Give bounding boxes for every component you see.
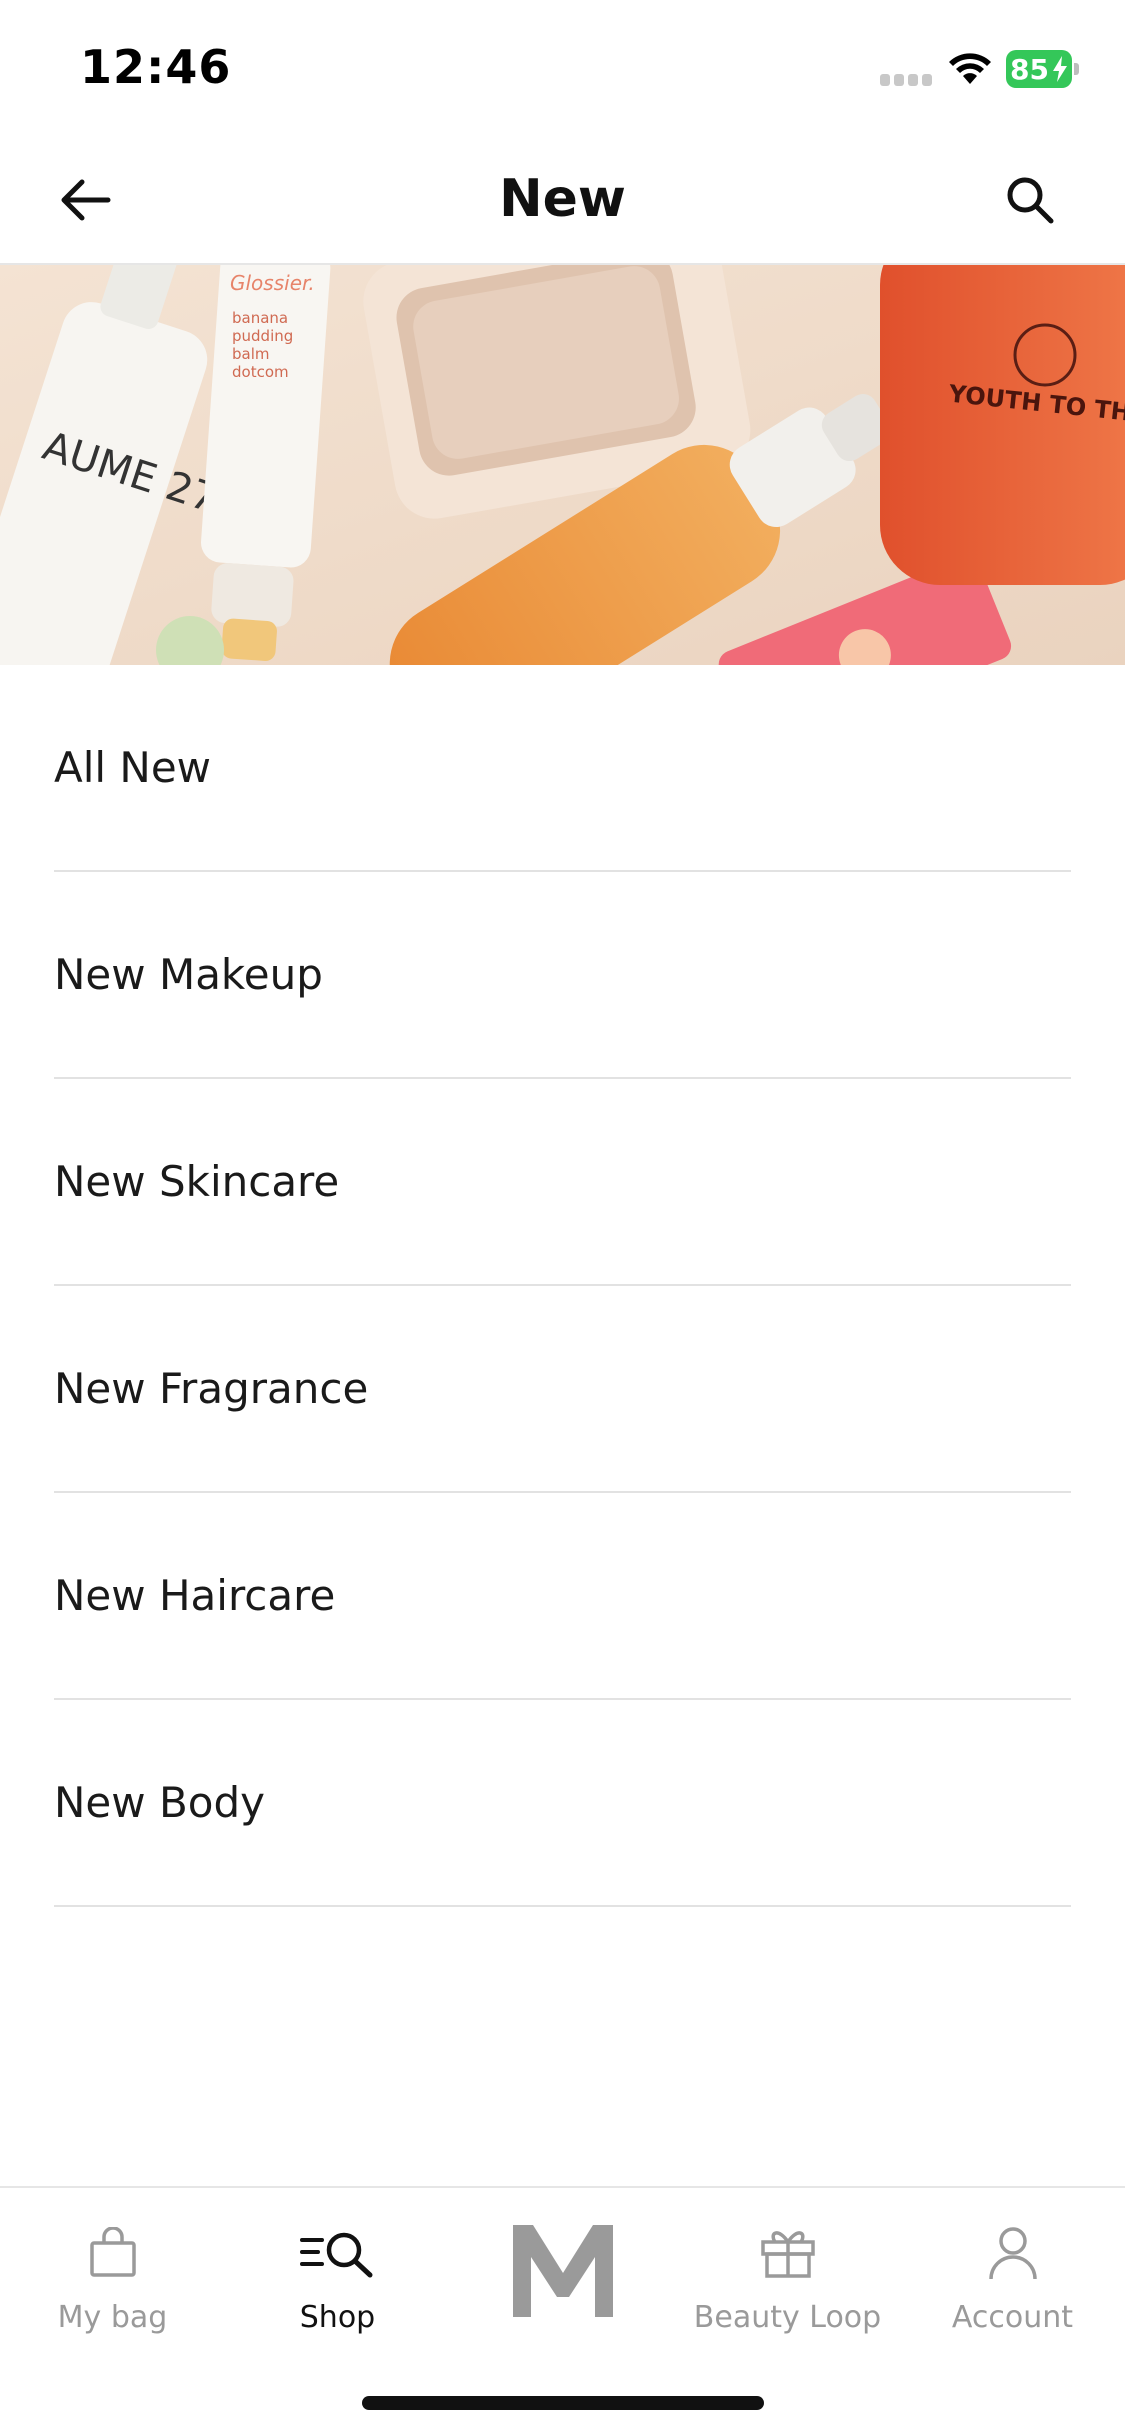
back-button[interactable] (50, 170, 120, 230)
status-bar: 12:46 85 (0, 0, 1125, 135)
category-label: New Skincare (54, 1157, 340, 1206)
search-button[interactable] (995, 170, 1065, 230)
category-item-all-new[interactable]: All New (54, 665, 1071, 872)
cellular-signal-icon (880, 74, 932, 86)
wifi-icon (946, 50, 994, 86)
charging-bolt-icon (1053, 56, 1067, 82)
tab-my-bag[interactable]: My bag (0, 2218, 225, 2358)
screen: 12:46 85 New AUME 27 Glossier. banana pu… (0, 0, 1125, 2436)
category-label: New Haircare (54, 1571, 336, 1620)
battery-level: 85 (1010, 53, 1049, 86)
hero-glossier-line-4: dotcom (232, 363, 289, 381)
category-item-new-fragrance[interactable]: New Fragrance (54, 1286, 1071, 1493)
tab-shop[interactable]: Shop (225, 2218, 450, 2358)
header: New (0, 135, 1125, 265)
shop-search-icon (225, 2218, 450, 2288)
hero-glossier-line-3: balm (232, 345, 270, 363)
category-item-new-skincare[interactable]: New Skincare (54, 1079, 1071, 1286)
hero-glossier-line-2: pudding (232, 327, 293, 345)
status-time: 12:46 (80, 40, 232, 94)
hero-banner-image: AUME 27 Glossier. banana pudding balm do… (0, 265, 1125, 665)
category-item-new-haircare[interactable]: New Haircare (54, 1493, 1071, 1700)
gift-icon (675, 2218, 900, 2288)
category-label: All New (54, 743, 212, 792)
tab-beauty-loop[interactable]: Beauty Loop (675, 2218, 900, 2358)
category-item-new-makeup[interactable]: New Makeup (54, 872, 1071, 1079)
battery-icon: 85 (1006, 50, 1079, 88)
shopping-bag-icon (0, 2218, 225, 2288)
category-label: New Makeup (54, 950, 323, 999)
battery-tip (1074, 63, 1079, 75)
category-list: All New New Makeup New Skincare New Frag… (54, 665, 1071, 1907)
hero-brand-glossier: Glossier. (230, 271, 315, 295)
person-icon (900, 2218, 1125, 2288)
home-indicator (362, 2396, 764, 2410)
tab-home[interactable] (450, 2218, 675, 2358)
arrow-left-icon (61, 179, 111, 221)
tab-label: My bag (57, 2300, 168, 2335)
search-icon (1007, 177, 1054, 224)
tab-account[interactable]: Account (900, 2218, 1125, 2358)
tab-label: Beauty Loop (693, 2300, 882, 2335)
battery-body: 85 (1006, 50, 1072, 88)
hero-glossier-line-1: banana (232, 309, 288, 327)
tab-label: Account (951, 2300, 1074, 2335)
category-label: New Body (54, 1778, 265, 1827)
tab-label: Shop (299, 2300, 376, 2335)
category-item-new-body[interactable]: New Body (54, 1700, 1071, 1907)
category-label: New Fragrance (54, 1364, 369, 1413)
m-logo-icon (450, 2210, 675, 2330)
page-title: New (499, 169, 626, 229)
